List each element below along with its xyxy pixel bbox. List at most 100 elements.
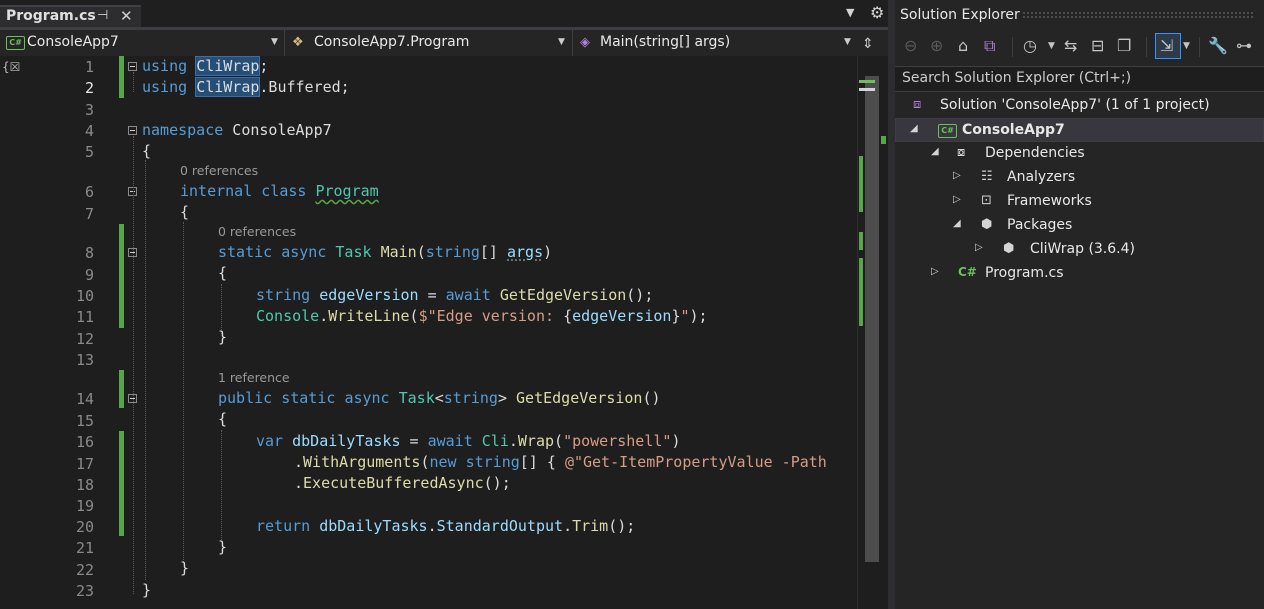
sync-with-active-document-icon[interactable]: ⇲ — [1160, 36, 1173, 56]
frameworks-icon: ⊡ — [981, 193, 992, 208]
outline-line — [133, 136, 134, 594]
csharp-project-icon: C# — [938, 124, 957, 138]
dependencies-icon: ⧇ — [957, 145, 966, 160]
collapsed-icon[interactable]: ▷ — [953, 194, 961, 205]
chevron-down-icon: ▼ — [271, 37, 278, 47]
tree-item-dependencies[interactable]: ◢ ⧇ Dependencies — [895, 142, 1264, 166]
gear-icon[interactable]: ⚙ — [870, 3, 884, 22]
forward-icon[interactable]: ⊕ — [930, 36, 943, 56]
indent-guide — [221, 430, 222, 540]
tab-program-cs[interactable]: Program.cs ⊣ ✕ — [0, 5, 141, 27]
line-number: 5 — [84, 143, 94, 161]
collapsed-icon[interactable]: ▷ — [953, 170, 961, 181]
quick-actions-icon[interactable]: {☒ — [2, 60, 20, 74]
code-line: using CliWrap; — [142, 56, 269, 76]
tree-item-project[interactable]: ◢ C# ConsoleApp7 — [895, 118, 1264, 142]
change-bar — [119, 370, 124, 408]
csharp-project-icon: C# — [6, 36, 25, 50]
line-number: 9 — [84, 266, 94, 284]
tree-item-label: Frameworks — [1007, 193, 1092, 209]
preview-selected-items-icon[interactable]: ⊶ — [1236, 36, 1252, 56]
split-editor-icon[interactable]: ⇕ — [862, 36, 874, 52]
tree-item-program-cs[interactable]: ▷ C# Program.cs — [895, 262, 1264, 286]
line-number: 11 — [75, 308, 94, 326]
code-line: var dbDailyTasks = await Cli.Wrap("power… — [256, 432, 681, 450]
navigation-bar: C# ConsoleApp7 ▼ ❖ ConsoleApp7.Program ▼… — [0, 30, 888, 57]
home-icon[interactable]: ⌂ — [958, 36, 968, 56]
switch-views-icon[interactable]: ⧉ — [984, 36, 995, 56]
code-line: static async Task Main(string[] args) — [218, 243, 553, 261]
tab-title: Program.cs — [6, 8, 96, 24]
code-line: using CliWrap.Buffered; — [142, 77, 350, 97]
sync-icon[interactable]: ⇆ — [1064, 36, 1077, 56]
divider — [1199, 37, 1200, 57]
code-line: string edgeVersion = await GetEdgeVersio… — [256, 286, 654, 304]
codelens-references[interactable]: 0 references — [218, 225, 296, 239]
line-number: 23 — [75, 582, 94, 600]
class-icon: ❖ — [292, 35, 304, 50]
editor-margin: {☒ — [0, 56, 23, 609]
indent-guide — [145, 160, 146, 580]
member-dropdown[interactable]: ◈ Main(string[] args) ▼ — [576, 30, 858, 56]
code-line: namespace ConsoleApp7 — [142, 121, 332, 139]
expanded-icon[interactable]: ◢ — [953, 218, 961, 229]
collapsed-icon[interactable]: ▷ — [931, 266, 939, 277]
tree-item-cliwrap[interactable]: ▷ ⬢ CliWrap (3.6.4) — [895, 238, 1264, 262]
code-line: } — [218, 328, 228, 346]
collapse-toggle[interactable] — [128, 126, 137, 135]
line-number: 18 — [75, 476, 94, 494]
pin-icon[interactable]: ⊣ — [97, 8, 108, 23]
divider — [572, 30, 573, 56]
package-icon: ⬢ — [1003, 241, 1015, 256]
panel-grip[interactable] — [1022, 11, 1254, 19]
scroll-marker — [859, 80, 875, 83]
member-dropdown-label: Main(string[] args) — [600, 34, 731, 50]
csharp-file-icon: C# — [958, 265, 977, 279]
chevron-down-icon[interactable]: ▼ — [1183, 36, 1190, 56]
project-dropdown-label: ConsoleApp7 — [27, 34, 119, 50]
properties-icon[interactable]: 🔧 — [1208, 36, 1228, 56]
tree-item-analyzers[interactable]: ▷ ☷ Analyzers — [895, 166, 1264, 190]
change-bar — [119, 224, 124, 328]
analyzers-icon: ☷ — [981, 169, 993, 184]
editor-scrollbar[interactable] — [857, 56, 888, 609]
collapse-toggle[interactable] — [128, 62, 137, 71]
tree-item-label: CliWrap (3.6.4) — [1030, 241, 1135, 257]
tree-item-packages[interactable]: ◢ ⬢ Packages — [895, 214, 1264, 238]
class-dropdown[interactable]: ❖ ConsoleApp7.Program ▼ — [288, 30, 572, 56]
code-line: .ExecuteBufferedAsync(); — [294, 474, 511, 492]
line-number: 7 — [84, 205, 94, 223]
close-icon[interactable]: ✕ — [120, 7, 133, 25]
back-icon[interactable]: ⊖ — [904, 36, 917, 56]
solution-explorer-search[interactable]: Search Solution Explorer (Ctrl+;) — [895, 66, 1264, 92]
collapse-all-icon[interactable]: ⊟ — [1091, 36, 1104, 56]
code-line: } — [180, 559, 190, 577]
pending-changes-icon[interactable]: ◷ — [1023, 36, 1037, 56]
codelens-references[interactable]: 1 reference — [218, 371, 290, 385]
code-line: Console.WriteLine($"Edge version: {edgeV… — [256, 307, 708, 325]
tree-item-solution[interactable]: ⧈ Solution 'ConsoleApp7' (1 of 1 project… — [895, 94, 1264, 118]
code-line: { — [218, 410, 228, 428]
collapsed-icon[interactable]: ▷ — [975, 242, 983, 253]
project-dropdown[interactable]: C# ConsoleApp7 ▼ — [0, 30, 284, 56]
change-bar — [119, 56, 124, 98]
scrollbar-thumb[interactable] — [865, 76, 879, 562]
code-line: return dbDailyTasks.StandardOutput.Trim(… — [256, 517, 636, 535]
chevron-down-icon[interactable]: ▼ — [1048, 36, 1055, 56]
code-line: { — [180, 203, 190, 221]
chevron-down-icon: ▼ — [558, 37, 565, 47]
line-number: 16 — [75, 433, 94, 451]
expanded-icon[interactable]: ◢ — [910, 123, 918, 134]
codelens-references[interactable]: 0 references — [180, 164, 258, 178]
show-all-files-icon[interactable]: ❐ — [1117, 36, 1131, 56]
line-number: 22 — [75, 561, 94, 579]
tree-item-label: Solution 'ConsoleApp7' (1 of 1 project) — [940, 97, 1210, 113]
tree-item-frameworks[interactable]: ▷ ⊡ Frameworks — [895, 190, 1264, 214]
line-number: 13 — [75, 351, 94, 369]
tree-item-label: Dependencies — [985, 145, 1085, 161]
line-number: 14 — [75, 390, 94, 408]
line-number: 6 — [84, 183, 94, 201]
tab-dropdown-icon[interactable]: ▼ — [846, 6, 854, 19]
change-bar — [119, 431, 124, 536]
expanded-icon[interactable]: ◢ — [931, 146, 939, 157]
